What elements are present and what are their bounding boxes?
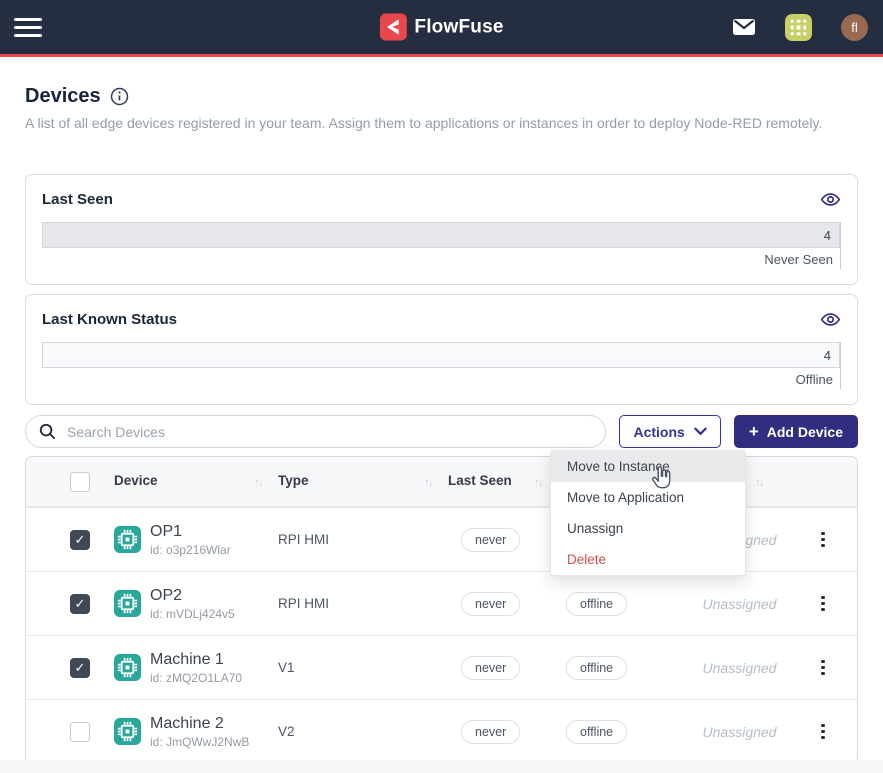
row-checkbox[interactable] xyxy=(70,530,90,550)
table-row[interactable]: Machine 2 id: JmQWwJ2NwB V2 never offlin… xyxy=(26,699,857,763)
menu-item-delete[interactable]: Delete xyxy=(551,544,745,575)
last-known-status-bar-label: Offline xyxy=(42,368,840,389)
search-icon xyxy=(38,422,57,446)
last-seen-bar-label: Never Seen xyxy=(42,248,840,269)
hamburger-menu-icon[interactable] xyxy=(14,18,42,37)
sort-icon[interactable]: ↑↓ xyxy=(755,475,763,489)
row-checkbox[interactable] xyxy=(70,594,90,614)
kebab-menu-icon[interactable] xyxy=(817,656,829,680)
last-seen-chart: 4 Never Seen xyxy=(42,222,841,269)
eye-icon[interactable] xyxy=(820,309,841,330)
device-name[interactable]: OP1 xyxy=(150,523,231,541)
column-header-last-seen: Last Seen xyxy=(448,473,512,490)
menu-item-unassign[interactable]: Unassign xyxy=(551,513,745,544)
brand-name: FlowFuse xyxy=(414,16,503,38)
brand-logo: FlowFuse xyxy=(379,14,503,41)
device-chip-icon xyxy=(114,526,141,553)
menu-item-move-to-instance[interactable]: Move to Instance xyxy=(551,451,745,482)
device-chip-icon xyxy=(114,590,141,617)
page-bottom-strip xyxy=(0,760,883,773)
row-checkbox[interactable] xyxy=(70,658,90,678)
device-id: id: o3p216Wlar xyxy=(150,543,231,557)
column-header-type: Type xyxy=(278,473,309,490)
chevron-down-icon xyxy=(694,427,707,436)
device-type: V1 xyxy=(278,660,448,675)
status-badge: offline xyxy=(566,656,627,680)
last-known-status-chart: 4 Offline xyxy=(42,342,841,389)
actions-dropdown-menu: Move to Instance Move to Application Una… xyxy=(550,450,746,576)
assignment-label: Unassigned xyxy=(682,596,797,612)
device-name[interactable]: Machine 1 xyxy=(150,651,242,669)
device-chip-icon xyxy=(114,718,141,745)
status-badge: offline xyxy=(566,720,627,744)
kebab-menu-icon[interactable] xyxy=(817,528,829,552)
last-known-status-title: Last Known Status xyxy=(42,311,177,328)
add-device-label: Add Device xyxy=(767,424,843,440)
sort-icon[interactable]: ↑↓ xyxy=(534,475,542,489)
last-seen-panel: Last Seen 4 Never Seen xyxy=(25,174,858,285)
actions-button[interactable]: Actions xyxy=(619,415,720,448)
last-known-status-bar-value: 4 xyxy=(824,348,831,363)
add-device-button[interactable]: + Add Device xyxy=(734,415,858,448)
menu-item-move-to-application[interactable]: Move to Application xyxy=(551,482,745,513)
mail-icon[interactable] xyxy=(732,18,756,36)
sort-icon[interactable]: ↑↓ xyxy=(254,475,262,489)
page-title: Devices xyxy=(25,85,101,108)
top-navbar: FlowFuse fl xyxy=(0,0,883,57)
device-id: id: JmQWwJ2NwB xyxy=(150,735,249,749)
device-id: id: mVDLj424v5 xyxy=(150,607,235,621)
page-subtitle: A list of all edge devices registered in… xyxy=(25,115,858,131)
device-type: V2 xyxy=(278,724,448,739)
table-row[interactable]: OP2 id: mVDLj424v5 RPI HMI never offline… xyxy=(26,571,857,635)
last-seen-badge: never xyxy=(461,720,520,744)
column-header-device: Device xyxy=(114,473,158,490)
last-seen-title: Last Seen xyxy=(42,191,113,208)
select-all-checkbox[interactable] xyxy=(70,472,90,492)
last-seen-bar-value: 4 xyxy=(824,228,831,243)
table-row[interactable]: Machine 1 id: zMQ2O1LA70 V1 never offlin… xyxy=(26,635,857,699)
device-name[interactable]: Machine 2 xyxy=(150,715,249,733)
last-seen-bar[interactable]: 4 xyxy=(42,222,840,248)
device-type: RPI HMI xyxy=(278,596,448,611)
team-identicon-avatar[interactable] xyxy=(785,14,812,41)
device-type: RPI HMI xyxy=(278,532,448,547)
last-known-status-bar[interactable]: 4 xyxy=(42,342,840,368)
kebab-menu-icon[interactable] xyxy=(817,720,829,744)
device-name[interactable]: OP2 xyxy=(150,587,235,605)
row-checkbox[interactable] xyxy=(70,722,90,742)
info-icon[interactable] xyxy=(110,87,129,106)
eye-icon[interactable] xyxy=(820,189,841,210)
kebab-menu-icon[interactable] xyxy=(817,592,829,616)
last-seen-badge: never xyxy=(461,528,520,552)
user-avatar-initials: fl xyxy=(851,20,858,35)
user-avatar[interactable]: fl xyxy=(841,14,868,41)
device-chip-icon xyxy=(114,654,141,681)
flowfuse-logo-icon xyxy=(379,14,406,41)
last-seen-badge: never xyxy=(461,656,520,680)
status-badge: offline xyxy=(566,592,627,616)
plus-icon: + xyxy=(749,422,759,442)
sort-icon[interactable]: ↑↓ xyxy=(424,475,432,489)
device-id: id: zMQ2O1LA70 xyxy=(150,671,242,685)
last-known-status-panel: Last Known Status 4 Offline xyxy=(25,294,858,405)
last-seen-badge: never xyxy=(461,592,520,616)
assignment-label: Unassigned xyxy=(682,660,797,676)
assignment-label: Unassigned xyxy=(682,724,797,740)
search-input[interactable] xyxy=(25,415,606,448)
actions-button-label: Actions xyxy=(633,424,684,440)
